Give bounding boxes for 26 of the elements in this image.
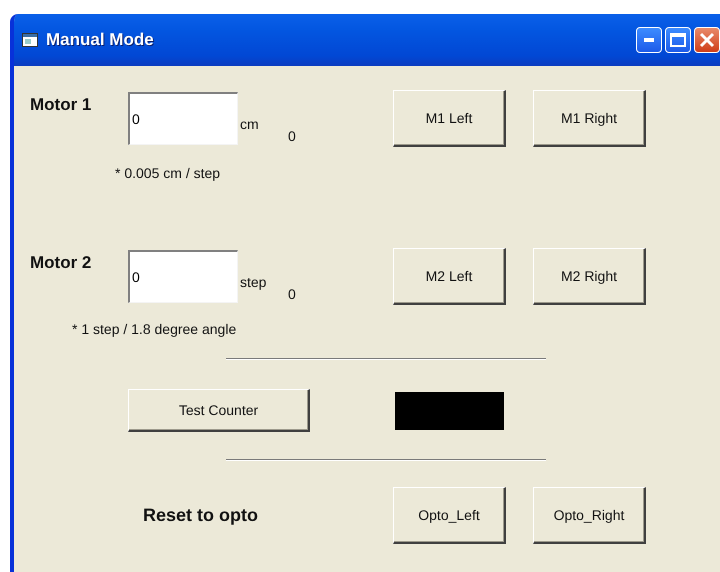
position-reading: 0 [288,285,297,304]
motor-label: Motor 2 [29,252,92,274]
minimize-button[interactable] [636,27,662,53]
unit-label: step [240,273,268,292]
motor-button[interactable]: M1 Right [533,90,646,147]
position-reading: 0 [288,127,297,146]
window-title: Manual Mode [46,29,154,52]
note-text: * 1 step / 1.8 degree angle [72,320,236,339]
close-icon [699,32,715,48]
unit-label: cm [240,115,260,134]
minimize-icon [644,38,654,42]
window-icon [22,33,38,47]
value-field[interactable]: 0 [128,250,238,303]
motor-button[interactable]: M1 Left [393,90,506,147]
test-counter-button[interactable]: Test Counter [128,389,310,432]
reset-label: Reset to opto [143,504,259,527]
value-field[interactable]: 0 [128,92,238,145]
close-button[interactable] [694,27,720,53]
maximize-button[interactable] [665,27,691,53]
opto-button[interactable]: Opto_Left [393,487,506,544]
note-text: * 0.005 cm / step [115,164,220,183]
maximize-icon [670,33,686,47]
motor-button[interactable]: M2 Left [393,248,506,305]
motor-label: Motor 1 [29,94,92,116]
motor-button[interactable]: M2 Right [533,248,646,305]
opto-button[interactable]: Opto_Right [533,487,646,544]
